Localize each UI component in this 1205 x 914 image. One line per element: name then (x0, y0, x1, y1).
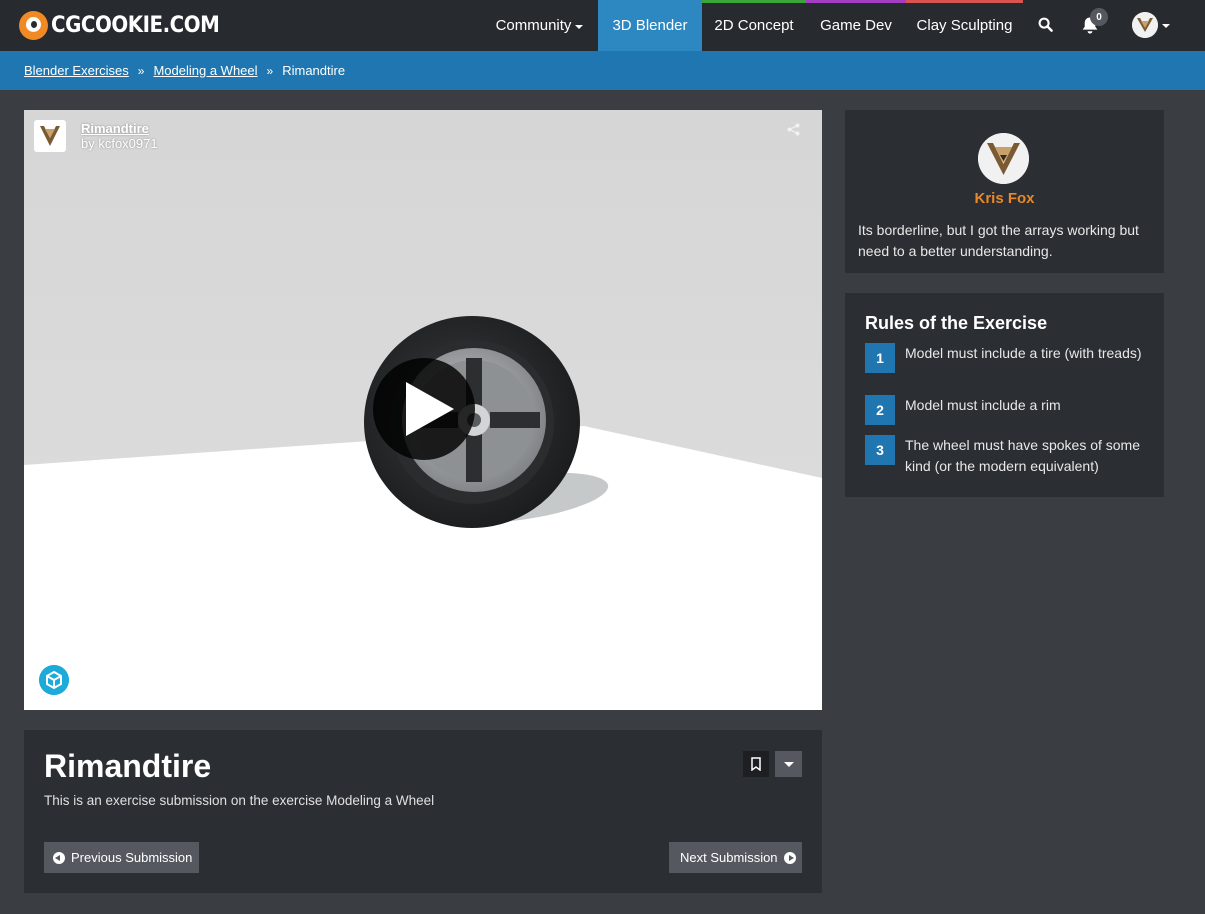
user-menu[interactable] (1132, 11, 1170, 39)
nav-game-dev[interactable]: Game Dev (806, 0, 906, 51)
nav-3d-blender-label: 3D Blender (612, 17, 688, 34)
arrow-right-circle-icon (783, 851, 796, 864)
author-card: Kris Fox Its borderline, but I got the a… (845, 110, 1164, 273)
sketchfab-logo-icon[interactable] (39, 665, 69, 695)
bookmark-icon (751, 757, 761, 771)
nav-2d-concept[interactable]: 2D Concept (702, 0, 806, 51)
caret-down-icon (1162, 24, 1170, 28)
more-options-button[interactable] (775, 751, 802, 777)
submission-description: This is an exercise submission on the ex… (44, 793, 435, 808)
play-icon[interactable] (373, 358, 475, 460)
rule-number: 2 (865, 395, 895, 425)
nav-community-label: Community (495, 17, 572, 34)
viewer-model-title[interactable]: Rimandtire (81, 121, 158, 136)
viewer-author-avatar[interactable] (34, 120, 66, 152)
author-comment: Its borderline, but I got the arrays wor… (858, 222, 1139, 259)
caret-down-icon (783, 761, 794, 767)
rule-number: 3 (865, 435, 895, 465)
rules-title: Rules of the Exercise (865, 313, 1048, 333)
bookmark-button[interactable] (743, 751, 769, 777)
submission-info-panel: Rimandtire This is an exercise submissio… (24, 730, 822, 893)
nav-clay-sculpting[interactable]: Clay Sculpting (906, 0, 1023, 51)
breadcrumb-separator: » (266, 63, 274, 78)
cookie-logo-icon (19, 10, 48, 40)
breadcrumb-modeling-a-wheel[interactable]: Modeling a Wheel (153, 63, 257, 78)
nav-accent-bar (906, 0, 1023, 3)
previous-submission-button[interactable]: Previous Submission (44, 842, 199, 873)
author-avatar[interactable] (978, 133, 1029, 184)
rule-number: 1 (865, 343, 895, 373)
viewer-byline[interactable]: by kcfox0971 (81, 136, 158, 152)
viewer-title-block: Rimandtire by kcfox0971 (81, 120, 158, 152)
previous-submission-label: Previous Submission (71, 850, 193, 865)
nav-accent-bar (806, 0, 906, 3)
notification-count-badge: 0 (1090, 8, 1108, 26)
author-name[interactable]: Kris Fox (845, 190, 1164, 207)
share-icon[interactable] (787, 123, 800, 136)
nav-2d-concept-label: 2D Concept (714, 17, 794, 34)
nav-accent-bar (702, 0, 806, 3)
nav-community[interactable]: Community (481, 0, 598, 51)
rule-text: Model must include a rim (905, 397, 1061, 413)
viewer-header: Rimandtire by kcfox0971 (34, 120, 158, 152)
search-icon[interactable] (1038, 17, 1053, 32)
user-avatar (1132, 12, 1158, 38)
breadcrumb-blender-exercises[interactable]: Blender Exercises (24, 63, 129, 78)
top-navbar: CGCOOKIE.COM Community 3D Blender 2D Con… (0, 0, 1205, 51)
submission-title: Rimandtire (44, 748, 212, 784)
nav-game-dev-label: Game Dev (820, 17, 892, 34)
rule-text: Model must include a tire (with treads) (905, 345, 1142, 361)
logo-text: CGCOOKIE.COM (51, 12, 220, 38)
rules-card: Rules of the Exercise 1 Model must inclu… (845, 293, 1164, 497)
site-logo[interactable]: CGCOOKIE.COM (19, 9, 238, 41)
breadcrumb-separator: » (137, 63, 145, 78)
caret-down-icon (575, 24, 584, 29)
arrow-left-circle-icon (53, 851, 65, 864)
model-viewer[interactable]: Rimandtire by kcfox0971 (24, 110, 822, 710)
next-submission-label: Next Submission (680, 850, 778, 865)
nav-clay-sculpting-label: Clay Sculpting (916, 17, 1013, 34)
breadcrumb-current: Rimandtire (282, 63, 346, 78)
next-submission-button[interactable]: Next Submission (669, 842, 802, 873)
nav-3d-blender[interactable]: 3D Blender (598, 0, 702, 51)
breadcrumb: Blender Exercises » Modeling a Wheel » R… (0, 51, 1205, 90)
rule-text: The wheel must have spokes of some kind … (905, 437, 1141, 474)
